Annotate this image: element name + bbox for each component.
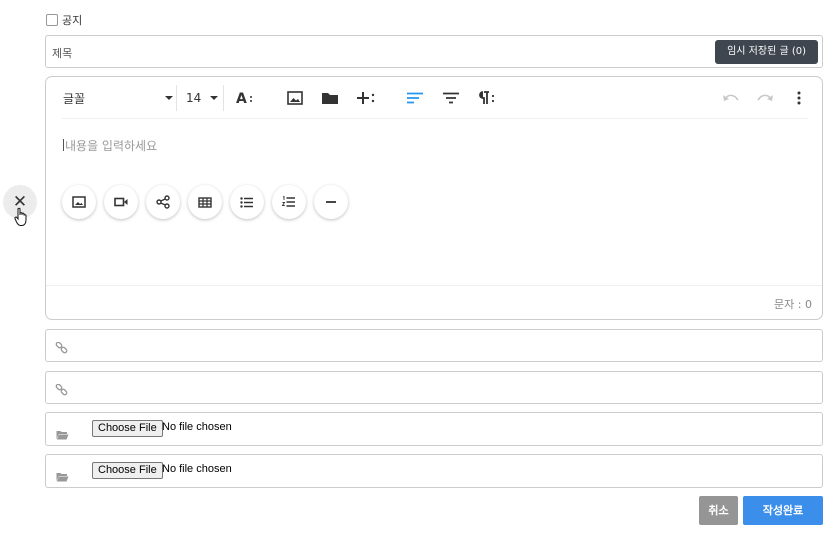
- chevron-down-icon: [210, 96, 218, 100]
- text-cursor: [63, 139, 64, 151]
- chevron-down-icon: [165, 96, 173, 100]
- font-family-select[interactable]: 글꼴: [63, 87, 173, 109]
- choose-file-button[interactable]: Choose File: [92, 420, 163, 437]
- image-icon: [72, 196, 86, 208]
- editor-toolbar: 글꼴 14 A: [46, 77, 822, 119]
- file-status: No file chosen: [162, 421, 232, 433]
- character-counter: 문자 : 0: [774, 298, 812, 311]
- editor-footer-border: [46, 285, 822, 286]
- table-icon: [198, 196, 212, 208]
- insert-more-icon[interactable]: [357, 87, 377, 109]
- toolbar-divider: [223, 85, 224, 111]
- link-input-1[interactable]: [45, 329, 823, 362]
- video-icon: [114, 197, 128, 207]
- notice-label: 공지: [62, 14, 83, 27]
- link-input-2[interactable]: [45, 371, 823, 404]
- undo-icon[interactable]: [722, 87, 740, 109]
- font-family-value: 글꼴: [63, 91, 86, 106]
- write-post-form: 공지 제목 임시 저장된 글 (0) 글꼴 14 A 내용을 입력하세요 문자 …: [0, 0, 835, 535]
- insert-divider-button[interactable]: [314, 185, 348, 219]
- image-icon[interactable]: [286, 87, 304, 109]
- submit-button[interactable]: 작성완료: [743, 496, 823, 525]
- notice-checkbox[interactable]: [46, 14, 58, 26]
- insert-bullet-list-button[interactable]: [230, 185, 264, 219]
- link-icon: [55, 340, 68, 359]
- paragraph-icon[interactable]: [478, 87, 496, 109]
- more-options-icon[interactable]: [792, 87, 806, 109]
- hand-cursor-icon: [14, 207, 28, 231]
- font-size-select[interactable]: 14: [186, 87, 218, 109]
- folder-open-icon: [56, 425, 69, 444]
- toolbar-divider: [176, 85, 177, 111]
- cancel-button[interactable]: 취소: [699, 496, 738, 525]
- folder-open-icon: [56, 467, 69, 486]
- svg-text:A: A: [236, 91, 247, 106]
- content-area[interactable]: 내용을 입력하세요: [63, 137, 157, 154]
- insert-share-button[interactable]: [146, 185, 180, 219]
- toolbar-bottom-border: [62, 118, 808, 119]
- content-placeholder: 내용을 입력하세요: [65, 139, 158, 153]
- file-status: No file chosen: [162, 463, 232, 475]
- choose-file-button[interactable]: Choose File: [92, 462, 163, 479]
- folder-icon[interactable]: [320, 87, 340, 109]
- temporary-saved-button[interactable]: 임시 저장된 글 (0): [715, 40, 818, 64]
- divider-icon: [326, 201, 336, 203]
- font-size-value: 14: [186, 91, 202, 105]
- insert-video-button[interactable]: [104, 185, 138, 219]
- file-upload-1: Choose File No file chosen: [45, 412, 823, 446]
- align-center-icon[interactable]: [442, 87, 460, 109]
- share-icon: [156, 195, 170, 209]
- file-upload-2: Choose File No file chosen: [45, 454, 823, 488]
- redo-icon[interactable]: [756, 87, 774, 109]
- align-left-icon[interactable]: [406, 87, 424, 109]
- insert-numbered-list-button[interactable]: [272, 185, 306, 219]
- insert-table-button[interactable]: [188, 185, 222, 219]
- notice-option[interactable]: 공지: [46, 12, 82, 28]
- link-icon: [55, 382, 68, 401]
- title-input[interactable]: 제목: [52, 45, 72, 61]
- editor: 글꼴 14 A 내용을 입력하세요 문자: 0: [45, 76, 823, 320]
- bullet-list-icon: [240, 196, 253, 208]
- title-field[interactable]: 제목 임시 저장된 글 (0): [45, 35, 823, 68]
- numbered-list-icon: [282, 196, 295, 207]
- text-style-icon[interactable]: A: [236, 87, 254, 109]
- insert-image-button[interactable]: [62, 185, 96, 219]
